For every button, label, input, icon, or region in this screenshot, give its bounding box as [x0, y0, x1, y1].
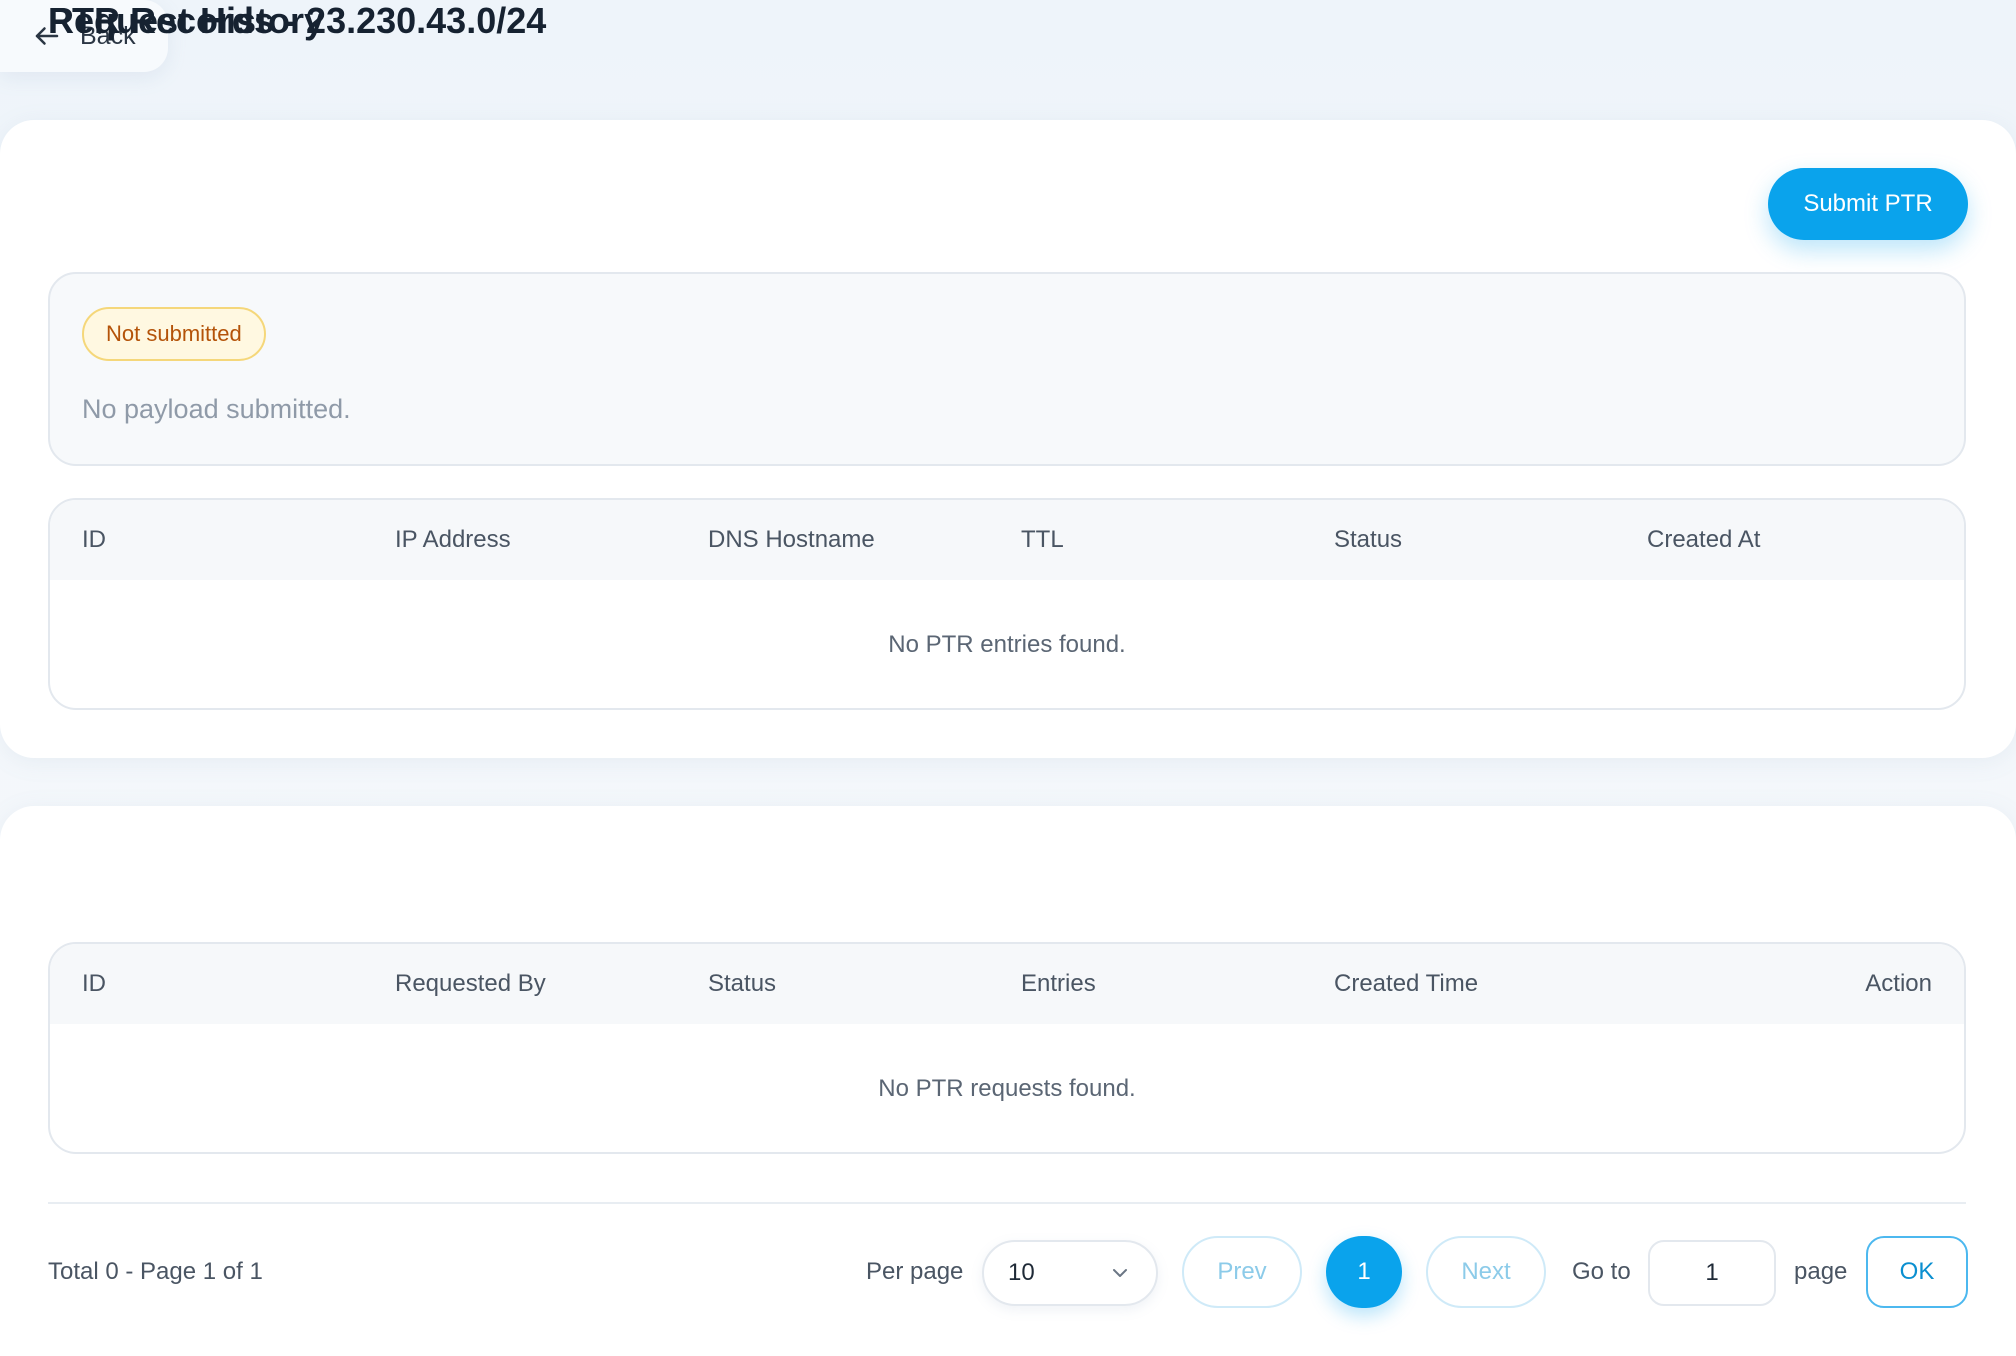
pagination-total: Total 0 - Page 1 of 1	[48, 1258, 263, 1285]
column-header-created-at: Created At	[1647, 526, 1761, 553]
table-header: ID IP Address DNS Hostname TTL Status Cr…	[50, 500, 1964, 580]
per-page-label: Per page	[866, 1258, 964, 1285]
column-header-entries: Entries	[1021, 970, 1096, 997]
submit-ptr-button[interactable]: Submit PTR	[1768, 168, 1968, 240]
column-header-requested-by: Requested By	[395, 970, 546, 997]
page-label: page	[1794, 1258, 1848, 1285]
table-header: ID Requested By Status Entries Created T…	[50, 944, 1964, 1024]
per-page-select[interactable]: 10	[982, 1240, 1158, 1306]
request-history-table: ID Requested By Status Entries Created T…	[48, 942, 1966, 1154]
chevron-down-icon	[1108, 1261, 1132, 1285]
page-number-button[interactable]: 1	[1326, 1236, 1402, 1308]
ptr-entries-table: ID IP Address DNS Hostname TTL Status Cr…	[48, 498, 1966, 710]
request-history-title: Request History	[48, 0, 325, 41]
divider	[48, 1202, 1966, 1204]
payload-text: No payload submitted.	[82, 394, 351, 424]
empty-state-text: No PTR entries found.	[888, 631, 1126, 658]
ok-button[interactable]: OK	[1866, 1236, 1968, 1308]
column-header-status: Status	[708, 970, 777, 997]
next-page-button[interactable]: Next	[1426, 1236, 1546, 1308]
column-header-ttl: TTL	[1021, 526, 1064, 553]
column-header-action: Action	[1865, 970, 1932, 997]
per-page-value: 10	[1008, 1259, 1035, 1286]
column-header-dns-hostname: DNS Hostname	[708, 526, 875, 553]
prev-page-button[interactable]: Prev	[1182, 1236, 1302, 1308]
go-to-page-input[interactable]	[1648, 1240, 1776, 1306]
column-header-created-time: Created Time	[1334, 970, 1479, 997]
empty-state-text: No PTR requests found.	[878, 1075, 1136, 1102]
submission-status-panel: Not submitted No payload submitted.	[48, 272, 1966, 466]
status-badge: Not submitted	[82, 307, 266, 361]
column-header-id: ID	[82, 970, 106, 997]
column-header-id: ID	[82, 526, 106, 553]
go-to-label: Go to	[1572, 1258, 1631, 1285]
column-header-ip-address: IP Address	[395, 526, 511, 553]
column-header-status: Status	[1334, 526, 1403, 553]
